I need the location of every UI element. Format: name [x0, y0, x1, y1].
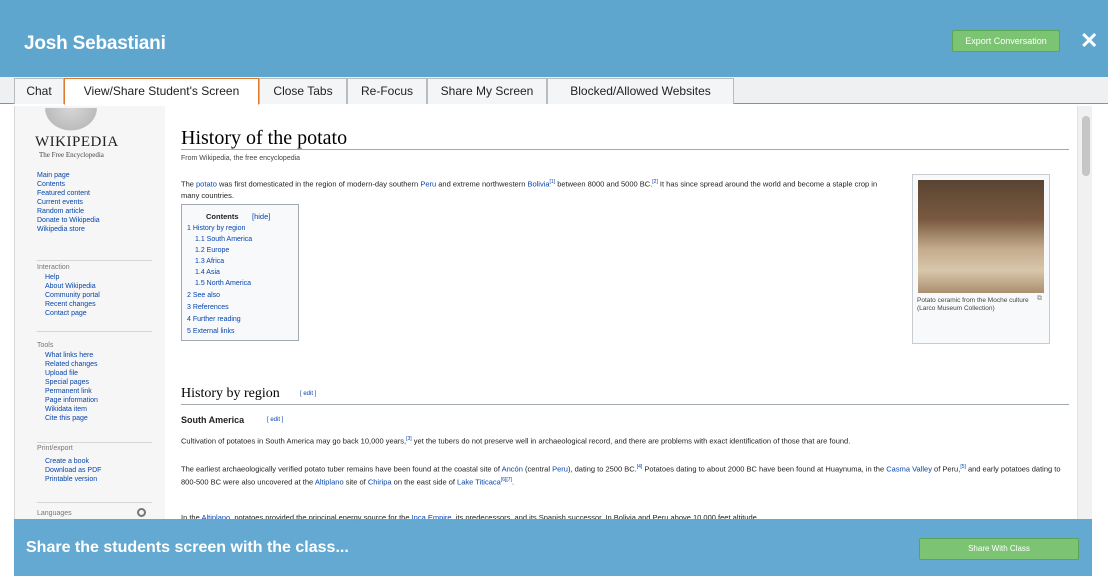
- figure-caption: Potato ceramic from the Moche culture (L…: [917, 297, 1029, 312]
- share-bar: Share the students screen with the class…: [14, 519, 1092, 576]
- tool-wikidata-item[interactable]: Wikidata item: [45, 406, 87, 413]
- nav-community-portal[interactable]: Community portal: [45, 292, 100, 299]
- tool-what-links-here[interactable]: What links here: [45, 352, 93, 359]
- tab-re-focus[interactable]: Re-Focus: [347, 78, 427, 104]
- close-icon[interactable]: ✕: [1080, 28, 1098, 54]
- nav-main-page[interactable]: Main page: [37, 172, 70, 179]
- article-title: History of the potato: [181, 127, 348, 149]
- tab-chat[interactable]: Chat: [14, 78, 64, 104]
- section-heading-history-by-region: History by region: [181, 386, 280, 401]
- section-divider: [181, 404, 1069, 405]
- wikipedia-wordmark: WIKIPEDIA: [35, 134, 119, 150]
- toc-item[interactable]: 1.5 North America: [195, 280, 251, 287]
- wikipedia-globe-logo[interactable]: [41, 108, 101, 134]
- languages-heading: Languages: [37, 510, 72, 517]
- student-chat-modal: Josh Sebastiani Export Conversation ✕ Ch…: [0, 0, 1108, 586]
- student-name: Josh Sebastiani: [24, 33, 166, 54]
- print-export-heading: Print/export: [37, 445, 73, 452]
- nav-featured-content[interactable]: Featured content: [37, 190, 90, 197]
- share-prompt: Share the students screen with the class…: [26, 539, 349, 556]
- wikipedia-tagline: The Free Encyclopedia: [39, 151, 104, 159]
- toc-item[interactable]: 1 History by region: [187, 225, 245, 232]
- toc-item[interactable]: 1.1 South America: [195, 236, 252, 243]
- student-screen-view: WIKIPEDIA The Free Encyclopedia Main pag…: [14, 106, 1092, 576]
- nav-help[interactable]: Help: [45, 274, 59, 281]
- toc-hide-link[interactable]: [hide]: [252, 212, 270, 221]
- nav-contact-page[interactable]: Contact page: [45, 310, 87, 317]
- gear-icon[interactable]: [137, 508, 146, 517]
- citation-6-7[interactable]: [6][7]: [501, 477, 512, 483]
- scrollbar[interactable]: [1077, 106, 1092, 576]
- tool-cite-this-page[interactable]: Cite this page: [45, 415, 88, 422]
- export-conversation-button[interactable]: Export Conversation: [952, 30, 1060, 52]
- toc-item[interactable]: 5 External links: [187, 328, 234, 335]
- link-ancon[interactable]: Ancón: [502, 465, 523, 474]
- nav-current-events[interactable]: Current events: [37, 199, 83, 206]
- sidebar-divider: [37, 442, 152, 443]
- edit-section-link[interactable]: [ edit ]: [300, 391, 316, 397]
- modal-header: Josh Sebastiani Export Conversation ✕: [0, 0, 1108, 77]
- link-casma-valley[interactable]: Casma Valley: [886, 465, 932, 474]
- sidebar-divider: [37, 260, 152, 261]
- link-lake-titicaca[interactable]: Lake Titicaca: [457, 477, 501, 486]
- print-printable-version[interactable]: Printable version: [45, 476, 97, 483]
- nav-contents[interactable]: Contents: [37, 181, 65, 188]
- toc-item[interactable]: 1.2 Europe: [195, 247, 229, 254]
- toc-item[interactable]: 1.3 Africa: [195, 258, 224, 265]
- paragraph: The earliest archaeologically verified p…: [181, 464, 1061, 486]
- tab-view-share-student-screen[interactable]: View/Share Student's Screen: [64, 78, 259, 105]
- article-source-line: From Wikipedia, the free encyclopedia: [181, 155, 301, 162]
- toc-item[interactable]: 1.4 Asia: [195, 269, 220, 276]
- nav-about-wikipedia[interactable]: About Wikipedia: [45, 283, 96, 290]
- toc-title: Contents: [206, 212, 239, 221]
- sidebar-divider: [37, 331, 152, 332]
- article-figure: ⧉ Potato ceramic from the Moche culture …: [912, 174, 1050, 344]
- wiki-article: History of the potato From Wikipedia, th…: [165, 106, 1075, 576]
- tool-special-pages[interactable]: Special pages: [45, 379, 89, 386]
- interaction-heading: Interaction: [37, 264, 70, 271]
- tool-permanent-link[interactable]: Permanent link: [45, 388, 92, 395]
- link-peru[interactable]: Peru: [552, 465, 568, 474]
- link-potato[interactable]: potato: [196, 180, 217, 189]
- tool-page-information[interactable]: Page information: [45, 397, 98, 404]
- nav-wikipedia-store[interactable]: Wikipedia store: [37, 226, 85, 233]
- link-altiplano[interactable]: Altiplano: [315, 477, 344, 486]
- toc-item[interactable]: 2 See also: [187, 292, 220, 299]
- edit-subsection-link[interactable]: [ edit ]: [267, 417, 283, 423]
- nav-random-article[interactable]: Random article: [37, 208, 84, 215]
- tab-close-tabs[interactable]: Close Tabs: [259, 78, 347, 104]
- tool-upload-file[interactable]: Upload file: [45, 370, 78, 377]
- print-download-pdf[interactable]: Download as PDF: [45, 467, 101, 474]
- subsection-heading-south-america: South America: [181, 415, 245, 425]
- table-of-contents: Contents [hide] 1 History by region 1.1 …: [181, 204, 299, 341]
- tool-related-changes[interactable]: Related changes: [45, 361, 98, 368]
- wiki-sidebar: WIKIPEDIA The Free Encyclopedia Main pag…: [15, 106, 165, 576]
- share-with-class-button[interactable]: Share With Class: [919, 538, 1079, 560]
- link-chiripa[interactable]: Chiripa: [368, 477, 392, 486]
- toc-item[interactable]: 3 References: [187, 304, 229, 311]
- print-create-book[interactable]: Create a book: [45, 458, 89, 465]
- intro-paragraph: The potato was first domesticated in the…: [181, 179, 878, 200]
- link-peru[interactable]: Peru: [420, 180, 436, 189]
- scrollbar-thumb[interactable]: [1082, 116, 1090, 176]
- toc-item[interactable]: 4 Further reading: [187, 316, 241, 323]
- tab-blocked-allowed-websites[interactable]: Blocked/Allowed Websites: [547, 78, 734, 104]
- nav-recent-changes[interactable]: Recent changes: [45, 301, 96, 308]
- title-divider: [181, 149, 1069, 150]
- nav-donate[interactable]: Donate to Wikipedia: [37, 217, 100, 224]
- paragraph: Cultivation of potatoes in South America…: [181, 436, 851, 446]
- sidebar-divider: [37, 502, 152, 503]
- tools-heading: Tools: [37, 342, 54, 349]
- link-bolivia[interactable]: Bolivia: [527, 180, 549, 189]
- potato-ceramic-image[interactable]: [918, 180, 1044, 293]
- tab-share-my-screen[interactable]: Share My Screen: [427, 78, 547, 104]
